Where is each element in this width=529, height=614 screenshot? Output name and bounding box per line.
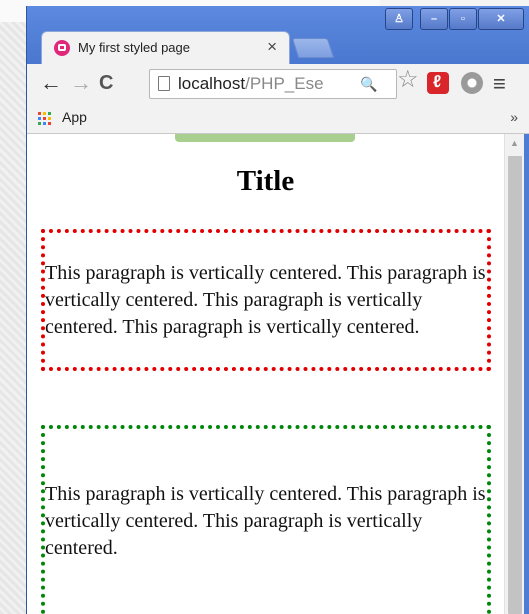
app-favicon-icon xyxy=(54,40,70,56)
extension-icon[interactable] xyxy=(461,72,483,94)
forward-arrow-icon[interactable]: → xyxy=(70,70,92,96)
green-box-paragraph: This paragraph is vertically centered. T… xyxy=(45,483,486,559)
top-decoration-bar xyxy=(175,134,355,142)
url-host: localhost xyxy=(178,74,246,93)
apps-grid-icon[interactable] xyxy=(38,112,53,127)
page-title: Title xyxy=(236,165,295,197)
menu-icon[interactable]: ≡ xyxy=(493,71,506,97)
apps-dot xyxy=(43,112,46,115)
red-box-paragraph: This paragraph is vertically centered. T… xyxy=(45,261,486,338)
minimize-button[interactable]: – xyxy=(420,8,448,30)
scrollbar-thumb[interactable] xyxy=(508,156,522,614)
apps-dot xyxy=(48,112,51,115)
red-dotted-box: This paragraph is vertically centered. T… xyxy=(41,229,491,371)
new-tab-button[interactable] xyxy=(291,38,335,58)
bookmark-star-icon[interactable]: ☆ xyxy=(397,65,419,94)
apps-dot xyxy=(38,117,41,120)
user-profile-button[interactable]: ♙ xyxy=(385,8,413,30)
apps-label[interactable]: App xyxy=(62,109,87,125)
acrobat-extension-icon[interactable] xyxy=(427,72,449,94)
apps-dot xyxy=(43,122,46,125)
close-window-button[interactable]: ✕ xyxy=(478,8,524,30)
browser-window: ♙ – ▫ ✕ My first styled page × ← → C loc… xyxy=(26,6,529,614)
zoom-icon[interactable]: 🔍 xyxy=(360,70,377,98)
apps-dot xyxy=(43,117,46,120)
navigation-toolbar: ← → C localhost/PHP_Ese 🔍 ☆ ≡ xyxy=(27,64,529,103)
apps-dot xyxy=(48,122,51,125)
vertical-scrollbar[interactable]: ▲ xyxy=(504,134,525,614)
tab-title: My first styled page xyxy=(78,40,190,55)
bookmarks-overflow-chevron-icon[interactable]: » xyxy=(510,109,518,125)
apps-dot xyxy=(38,122,41,125)
title-bar: ♙ – ▫ ✕ My first styled page × xyxy=(27,6,529,65)
url-path: /PHP_Ese xyxy=(245,74,324,93)
page-viewport: Title This paragraph is vertically cente… xyxy=(27,134,529,614)
apps-dot xyxy=(48,117,51,120)
apps-dot xyxy=(38,112,41,115)
back-arrow-icon[interactable]: ← xyxy=(40,70,62,96)
page-icon xyxy=(158,76,170,91)
tab-close-icon[interactable]: × xyxy=(267,37,277,57)
reload-icon[interactable]: C xyxy=(99,72,113,95)
bookmarks-bar: App » xyxy=(27,103,529,134)
scroll-up-arrow-icon[interactable]: ▲ xyxy=(510,138,519,148)
tab-my-first-styled-page[interactable]: My first styled page × xyxy=(41,31,290,65)
green-dotted-box: This paragraph is vertically centered. T… xyxy=(41,425,491,614)
window-right-edge xyxy=(524,134,529,614)
url-text: localhost/PHP_Ese xyxy=(178,70,324,98)
address-bar[interactable]: localhost/PHP_Ese 🔍 xyxy=(149,69,397,99)
window-controls: ♙ – ▫ ✕ xyxy=(385,8,524,30)
maximize-button[interactable]: ▫ xyxy=(449,8,477,30)
